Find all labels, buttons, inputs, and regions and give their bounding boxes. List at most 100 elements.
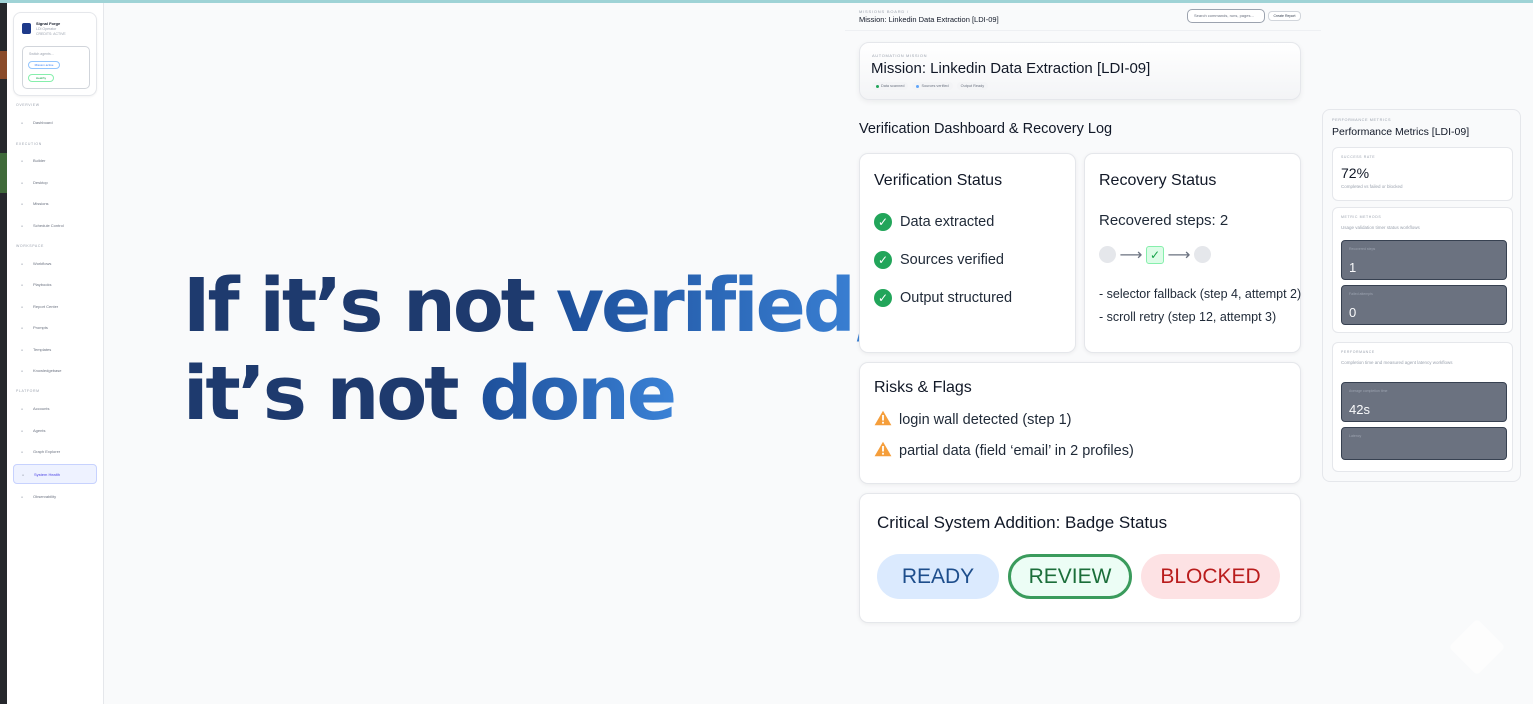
success-rate-value: 72% (1341, 165, 1370, 181)
dashboard-icon: ● (21, 121, 23, 125)
recovery-title: Recovery Status (1099, 172, 1217, 189)
check-circle-icon: ✓ (874, 213, 892, 231)
schedule-icon: ● (21, 224, 23, 228)
prompts-icon: ● (21, 326, 23, 330)
success-rate-card: SUCCESS RATE 72% Completed vs failed or … (1332, 147, 1513, 201)
tag-sources-verified: Sources verified (912, 82, 953, 90)
check-data-extracted: ✓ Data extracted (874, 213, 994, 231)
recovered-steps: Recovered steps: 2 (1099, 212, 1229, 229)
mission-label: AUTOMATION MISSION (872, 53, 928, 58)
ready-badge[interactable]: READY (877, 554, 999, 599)
nav-section-overview: Overview (16, 103, 40, 107)
search-input[interactable]: Search commands, runs, pages... (1187, 9, 1265, 23)
sidebar-item-playbooks[interactable]: ● Playbooks (13, 275, 97, 295)
performance-panel: PERFORMANCE METRICS Performance Metrics … (1322, 109, 1521, 482)
healthy-pill[interactable]: Healthy (28, 74, 54, 82)
nav-section-workspace: Workspace (16, 244, 44, 248)
verification-status-card: Verification Status ✓ Data extracted ✓ Sou… (859, 153, 1076, 353)
agents-icon: ● (21, 429, 23, 433)
sidebar-item-knowledgebase[interactable]: ● Knowledgebase (13, 361, 97, 381)
sidebar-item-graph-explorer[interactable]: ● Graph Explorer (13, 442, 97, 462)
recovery-flow: ⟶ ✓ ⟶ (1099, 245, 1211, 264)
sidebar-item-prompts[interactable]: ● Prompts (13, 318, 97, 338)
check-circle-icon: ✓ (874, 251, 892, 269)
create-report-button[interactable]: Create Report (1268, 11, 1301, 21)
page-title: Mission: Linkedin Data Extraction [LDI-0… (859, 15, 999, 24)
sidebar-item-report-center[interactable]: ● Report Center (13, 297, 97, 317)
risk-partial-data: partial data (field ‘email’ in 2 profile… (874, 441, 1134, 459)
status-dot-icon (916, 84, 920, 88)
app-logo-icon (22, 23, 31, 34)
left-app-strip (0, 3, 7, 704)
check-sources-verified: ✓ Sources verified (874, 251, 1004, 269)
step-circle-icon (1099, 246, 1116, 263)
performance-title: Performance Metrics [LDI-09] (1332, 126, 1470, 138)
header-divider (845, 30, 1321, 31)
tag-output-ready: Output Ready (956, 82, 989, 90)
risks-flags-card: Risks & Flags login wall detected (step … (859, 362, 1301, 484)
sidebar-item-accounts[interactable]: ● Accounts (13, 399, 97, 419)
sidebar-item-builder[interactable]: ● Builder (13, 151, 97, 171)
recovered-steps-box: Recovered steps 1 (1341, 240, 1507, 280)
desktop-icon: ● (21, 181, 23, 185)
performance-label: PERFORMANCE METRICS (1332, 118, 1392, 122)
graph-icon: ● (21, 450, 23, 454)
dashboard-title: Verification Dashboard & Recovery Log (859, 121, 1113, 137)
risk-login-wall: login wall detected (step 1) (874, 410, 1072, 428)
review-badge[interactable]: REVIEW (1008, 554, 1132, 599)
check-square-icon: ✓ (1146, 245, 1164, 264)
badge-status-card: Critical System Addition: Badge Status R… (859, 493, 1301, 623)
mission-tags: Data scanned Sources verified Output Rea… (872, 82, 989, 90)
hero-line-2: it’s not done (183, 351, 677, 437)
recovery-log-item: - selector fallback (step 4, attempt 2) (1099, 287, 1302, 301)
sidebar-item-system-health[interactable]: ● System Health (13, 464, 97, 484)
mission-title: Mission: Linkedin Data Extraction [LDI-0… (871, 60, 1151, 77)
agent-switcher-text: Switch agents... (29, 52, 54, 56)
badge-status-title: Critical System Addition: Badge Status (877, 513, 1168, 532)
builder-icon: ● (21, 159, 23, 163)
report-icon: ● (21, 305, 23, 309)
metric-methods-card: METRIC METHODS Usage validation timer st… (1332, 207, 1513, 333)
hero-line-1: If it’s not verified, (183, 263, 881, 349)
mission-active-pill[interactable]: Mission active (28, 61, 60, 69)
sidebar-item-templates[interactable]: ● Templates (13, 340, 97, 360)
sidebar-item-schedule-control[interactable]: ● Schedule Control (13, 216, 97, 236)
templates-icon: ● (21, 348, 23, 352)
sparkle-icon (1448, 618, 1506, 676)
mission-card: AUTOMATION MISSION Mission: Linkedin Dat… (859, 42, 1301, 100)
blocked-badge[interactable]: BLOCKED (1141, 554, 1280, 599)
sidebar-item-workflows[interactable]: ● Workflows (13, 254, 97, 274)
playbooks-icon: ● (21, 283, 23, 287)
health-icon: ● (22, 473, 24, 477)
latency-box: Latency (1341, 427, 1507, 460)
performance-card: PERFORMANCE Completion time and measured… (1332, 342, 1513, 472)
sidebar-item-desktop[interactable]: ● Desktop (13, 173, 97, 193)
sidebar: Signal Forge LDI Operator CREDITS: ACTIV… (7, 3, 104, 704)
breadcrumb[interactable]: MISSIONS BOARD / (859, 9, 909, 14)
workflows-icon: ● (21, 262, 23, 266)
nav-section-platform: Platform (16, 389, 40, 393)
accounts-icon: ● (21, 407, 23, 411)
window-top-border (0, 0, 1533, 3)
profile-name: Signal Forge (36, 21, 61, 26)
warning-icon (874, 410, 892, 426)
verification-title: Verification Status (874, 172, 1003, 189)
agent-switcher[interactable]: Switch agents... Mission active Healthy (22, 46, 90, 89)
profile-subtitle: LDI Operator CREDITS: ACTIVE (36, 27, 66, 36)
failed-attempts-box: Failed attempts 0 (1341, 285, 1507, 325)
observability-icon: ● (21, 495, 23, 499)
sidebar-item-observability[interactable]: ● Observability (13, 487, 97, 507)
sidebar-item-agents[interactable]: ● Agents (13, 421, 97, 441)
status-dot-icon (876, 84, 879, 88)
profile-card[interactable]: Signal Forge LDI Operator CREDITS: ACTIV… (13, 12, 97, 96)
sidebar-item-dashboard[interactable]: ● Dashboard (13, 113, 97, 133)
tag-data-scanned: Data scanned (872, 82, 909, 90)
check-output-structured: ✓ Output structured (874, 289, 1012, 307)
warning-icon (874, 441, 892, 457)
check-circle-icon: ✓ (874, 289, 892, 307)
avg-completion-box: Average completion time 42s (1341, 382, 1507, 422)
recovery-log-item: - scroll retry (step 12, attempt 3) (1099, 310, 1277, 324)
knowledgebase-icon: ● (21, 369, 23, 373)
sidebar-item-missions[interactable]: ● Missions (13, 194, 97, 214)
nav-section-execution: Execution (16, 142, 42, 146)
